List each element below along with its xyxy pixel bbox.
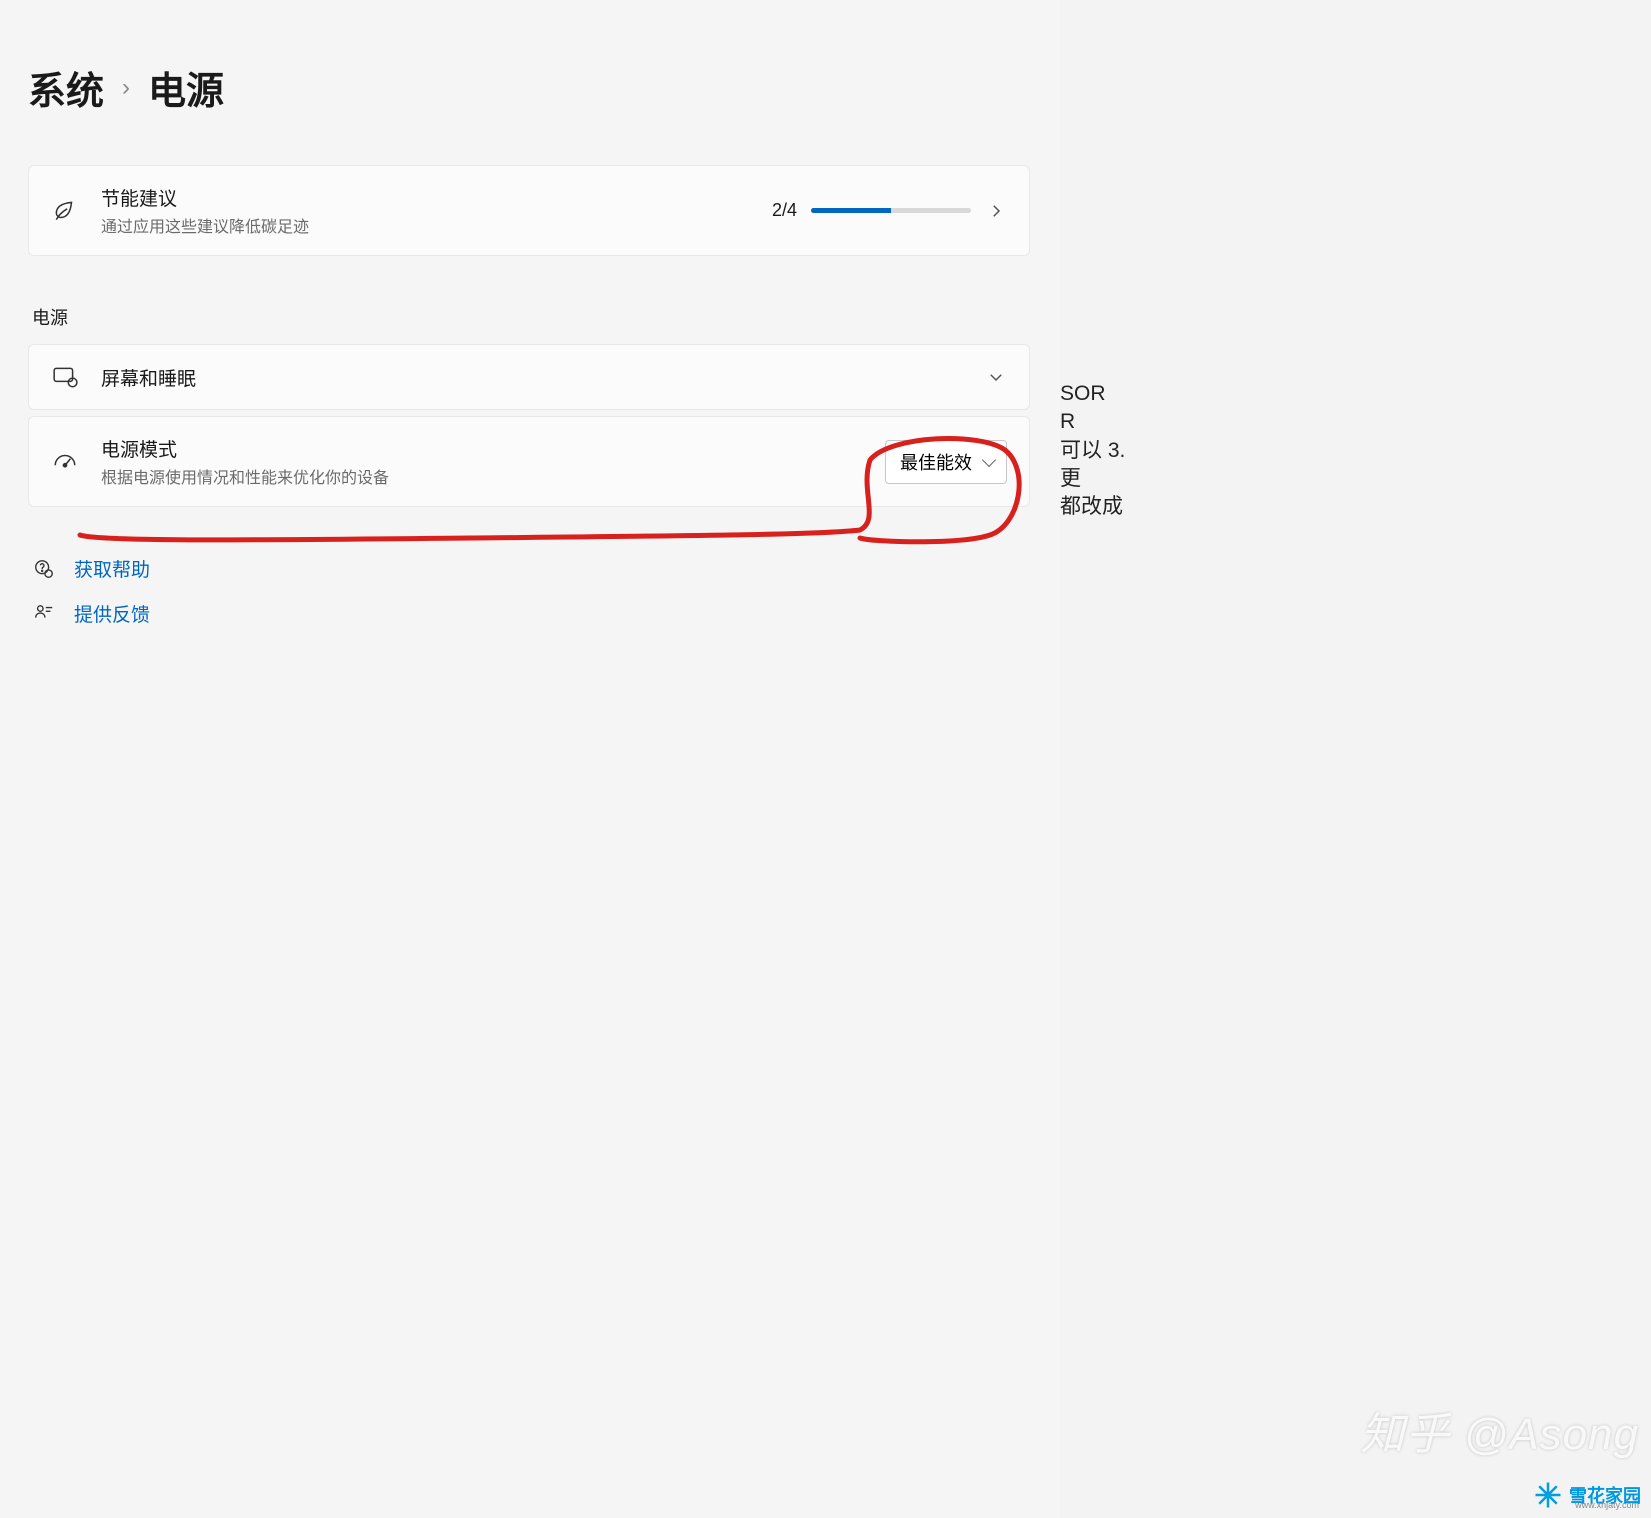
section-label-power: 电源 xyxy=(32,304,1030,330)
progress-label: 2/4 xyxy=(772,200,797,221)
feedback-icon xyxy=(32,602,56,626)
link-label: 提供反馈 xyxy=(74,600,150,627)
breadcrumb-parent[interactable]: 系统 xyxy=(28,60,104,115)
screen-sleep-card[interactable]: 屏幕和睡眠 xyxy=(28,344,1030,410)
card-title: 节能建议 xyxy=(101,184,750,211)
side-text-fragment: SOR R 可以 3.更 都改成 xyxy=(1060,380,1130,522)
settings-page: 系统 › 电源 节能建议 通过应用这些建议降低碳足迹 2/4 电源 xyxy=(0,0,1060,1518)
progress-bar xyxy=(811,208,971,213)
card-body: 节能建议 通过应用这些建议降低碳足迹 xyxy=(101,184,750,237)
get-help-link[interactable]: 获取帮助 xyxy=(32,555,1030,582)
chevron-right-icon xyxy=(985,200,1007,222)
power-mode-dropdown[interactable]: 最佳能效 xyxy=(885,440,1007,484)
breadcrumb-current: 电源 xyxy=(148,60,224,115)
snowflake-icon xyxy=(1533,1480,1563,1510)
chevron-down-icon xyxy=(985,366,1007,388)
card-right: 2/4 xyxy=(772,200,1007,222)
card-body: 电源模式 根据电源使用情况和性能来优化你的设备 xyxy=(101,435,863,488)
chevron-right-icon: › xyxy=(122,74,130,102)
card-title: 屏幕和睡眠 xyxy=(101,364,963,391)
power-mode-card: 电源模式 根据电源使用情况和性能来优化你的设备 最佳能效 xyxy=(28,416,1030,507)
help-icon xyxy=(32,557,56,581)
card-title: 电源模式 xyxy=(101,435,863,462)
watermark-url: www.xhjaty.com xyxy=(1575,1500,1639,1510)
zhihu-watermark: 知乎 @Asong xyxy=(1360,1398,1639,1462)
site-watermark: 雪花家园 www.xhjaty.com xyxy=(1533,1480,1641,1510)
progress-fill xyxy=(811,208,891,213)
gauge-icon xyxy=(51,448,79,476)
feedback-link[interactable]: 提供反馈 xyxy=(32,600,1030,627)
link-label: 获取帮助 xyxy=(74,555,150,582)
dropdown-value: 最佳能效 xyxy=(900,453,972,473)
leaf-icon xyxy=(51,197,79,225)
energy-recommendations-card[interactable]: 节能建议 通过应用这些建议降低碳足迹 2/4 xyxy=(28,165,1030,256)
help-links: 获取帮助 提供反馈 xyxy=(28,555,1030,627)
card-subtitle: 通过应用这些建议降低碳足迹 xyxy=(101,213,750,237)
screen-icon xyxy=(51,363,79,391)
breadcrumb: 系统 › 电源 xyxy=(28,60,1030,115)
card-body: 屏幕和睡眠 xyxy=(101,364,963,391)
card-subtitle: 根据电源使用情况和性能来优化你的设备 xyxy=(101,464,863,488)
